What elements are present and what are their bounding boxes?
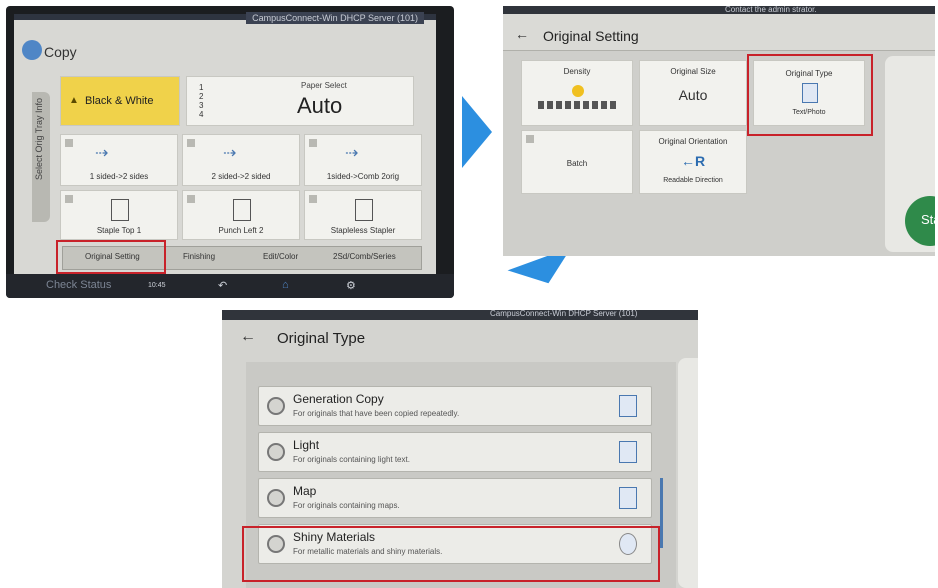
header: Contact the admin strator. ← Original Se… xyxy=(503,6,935,51)
back-icon[interactable]: ↶ xyxy=(218,279,227,292)
highlight-original-setting xyxy=(56,240,166,274)
function-label: 1sided->Comb 2orig xyxy=(326,172,400,181)
stapleless-button[interactable]: Stapleless Stapler xyxy=(304,190,422,240)
tray-4: 4 xyxy=(199,110,204,119)
tab-finishing[interactable]: Finishing xyxy=(183,252,215,261)
tile-value: Auto xyxy=(678,87,708,103)
tray-3: 3 xyxy=(199,101,204,110)
clock: 10:45 xyxy=(148,282,166,289)
checkbox xyxy=(309,139,317,147)
paper-select-value: Auto xyxy=(297,93,343,118)
page-title: Original Type xyxy=(277,330,366,347)
highlight-original-type xyxy=(747,54,873,136)
tab-2sd-comb-series[interactable]: 2Sd/Comb/Series xyxy=(333,252,396,261)
option-description: For originals containing maps. xyxy=(293,501,400,510)
batch-button[interactable]: Batch xyxy=(521,130,633,194)
color-mode-button[interactable]: ▲ Black & White xyxy=(60,76,180,126)
function-label: Stapleless Stapler xyxy=(330,226,396,235)
app-title: Copy xyxy=(44,44,77,60)
back-arrow-icon[interactable]: ← xyxy=(240,328,256,346)
start-label: Sta xyxy=(921,212,935,227)
checkbox xyxy=(187,195,195,203)
tile-label: Original Orientation xyxy=(658,137,728,146)
bottom-bar: Check Status 10:45 ↶ ⌂ ⚙ xyxy=(6,274,454,298)
staple-icon xyxy=(111,199,129,221)
color-mode-label: Black & White xyxy=(85,95,154,107)
side-tab-label: Select Orig Tray Info xyxy=(34,98,44,181)
option-light[interactable]: Light For originals containing light tex… xyxy=(258,432,652,472)
original-type-panel: CampusConnect-Win DHCP Server (101) ← Or… xyxy=(222,310,698,588)
tile-label: Original Size xyxy=(670,67,716,76)
duplex-icon: ⇢ xyxy=(223,145,237,162)
checkbox xyxy=(187,139,195,147)
tray-2: 2 xyxy=(199,92,204,101)
copy-screen: CampusConnect-Win DHCP Server (101) Copy… xyxy=(14,12,436,282)
check-status-button[interactable]: Check Status xyxy=(46,279,111,291)
back-arrow-icon[interactable]: ← xyxy=(515,26,529,42)
option-description: For originals that have been copied repe… xyxy=(293,409,460,418)
radio-button[interactable] xyxy=(267,443,285,461)
checkbox xyxy=(65,139,73,147)
paper-select-label: Paper Select xyxy=(301,81,347,90)
highlight-shiny-materials xyxy=(242,526,660,582)
radio-button[interactable] xyxy=(267,489,285,507)
punch-icon xyxy=(233,199,251,221)
arrow-right-icon xyxy=(462,96,492,168)
checkbox xyxy=(309,195,317,203)
top-status-bar: CampusConnect-Win DHCP Server (101) xyxy=(222,310,698,320)
function-label: Punch Left 2 xyxy=(218,226,264,235)
option-name: Map xyxy=(293,484,317,498)
top-status-bar: CampusConnect-Win DHCP Server (101) xyxy=(14,12,436,24)
density-button[interactable]: Density xyxy=(521,60,633,126)
combine-button[interactable]: ⇢ 1sided->Comb 2orig xyxy=(304,134,422,186)
density-scale xyxy=(538,101,618,109)
page-title: Original Setting xyxy=(543,28,639,44)
server-name: CampusConnect-Win DHCP Server (101) xyxy=(490,310,638,318)
stapleless-icon xyxy=(355,199,373,221)
staple-button[interactable]: Staple Top 1 xyxy=(60,190,178,240)
original-setting-panel: Contact the admin strator. ← Original Se… xyxy=(503,6,935,256)
option-generation-copy[interactable]: Generation Copy For originals that have … xyxy=(258,386,652,426)
side-panel xyxy=(678,358,698,588)
admin-notice: Contact the admin strator. xyxy=(725,6,817,14)
light-text-icon xyxy=(619,441,637,463)
duplex-icon: ⇢ xyxy=(95,145,109,162)
map-icon xyxy=(619,487,637,509)
tile-label: Density xyxy=(563,67,591,76)
duplex-2to2-button[interactable]: ⇢ 2 sided->2 sided xyxy=(182,134,300,186)
copy-app-icon xyxy=(22,40,42,60)
paper-select-button[interactable]: 1 2 3 4 Paper Select Auto xyxy=(186,76,414,126)
density-indicator xyxy=(572,85,584,97)
tray-1: 1 xyxy=(199,83,204,92)
top-status-bar: Contact the admin strator. xyxy=(503,6,935,14)
function-label: Staple Top 1 xyxy=(96,226,142,235)
tab-edit-color[interactable]: Edit/Color xyxy=(263,252,298,261)
function-label: 2 sided->2 sided xyxy=(211,172,271,181)
radio-button[interactable] xyxy=(267,397,285,415)
checkbox xyxy=(65,195,73,203)
tray-list: 1 2 3 4 xyxy=(199,83,203,119)
tile-label: Batch xyxy=(566,159,588,168)
checkbox xyxy=(526,135,534,143)
punch-button[interactable]: Punch Left 2 xyxy=(182,190,300,240)
home-icon[interactable]: ⌂ xyxy=(282,279,289,291)
original-orientation-button[interactable]: Original Orientation ←R Readable Directi… xyxy=(639,130,747,194)
copy-screen-panel: CampusConnect-Win DHCP Server (101) Copy… xyxy=(6,6,454,298)
option-name: Light xyxy=(293,438,320,452)
option-description: For originals containing light text. xyxy=(293,455,410,464)
original-size-button[interactable]: Original Size Auto xyxy=(639,60,747,126)
duplex-1to2-button[interactable]: ⇢ 1 sided->2 sides xyxy=(60,134,178,186)
scrollbar[interactable] xyxy=(660,478,663,548)
gear-icon[interactable]: ⚙ xyxy=(346,279,356,292)
readable-direction-icon: ←R xyxy=(680,153,706,169)
combine-icon: ⇢ xyxy=(345,145,359,162)
option-name: Generation Copy xyxy=(293,392,384,406)
warning-icon: ▲ xyxy=(69,95,79,106)
generation-copy-icon xyxy=(619,395,637,417)
option-map[interactable]: Map For originals containing maps. xyxy=(258,478,652,518)
server-name: CampusConnect-Win DHCP Server (101) xyxy=(246,12,424,24)
tile-value: Readable Direction xyxy=(663,177,723,184)
function-label: 1 sided->2 sides xyxy=(89,172,149,181)
select-orig-tray-tab[interactable]: Select Orig Tray Info xyxy=(32,92,50,222)
